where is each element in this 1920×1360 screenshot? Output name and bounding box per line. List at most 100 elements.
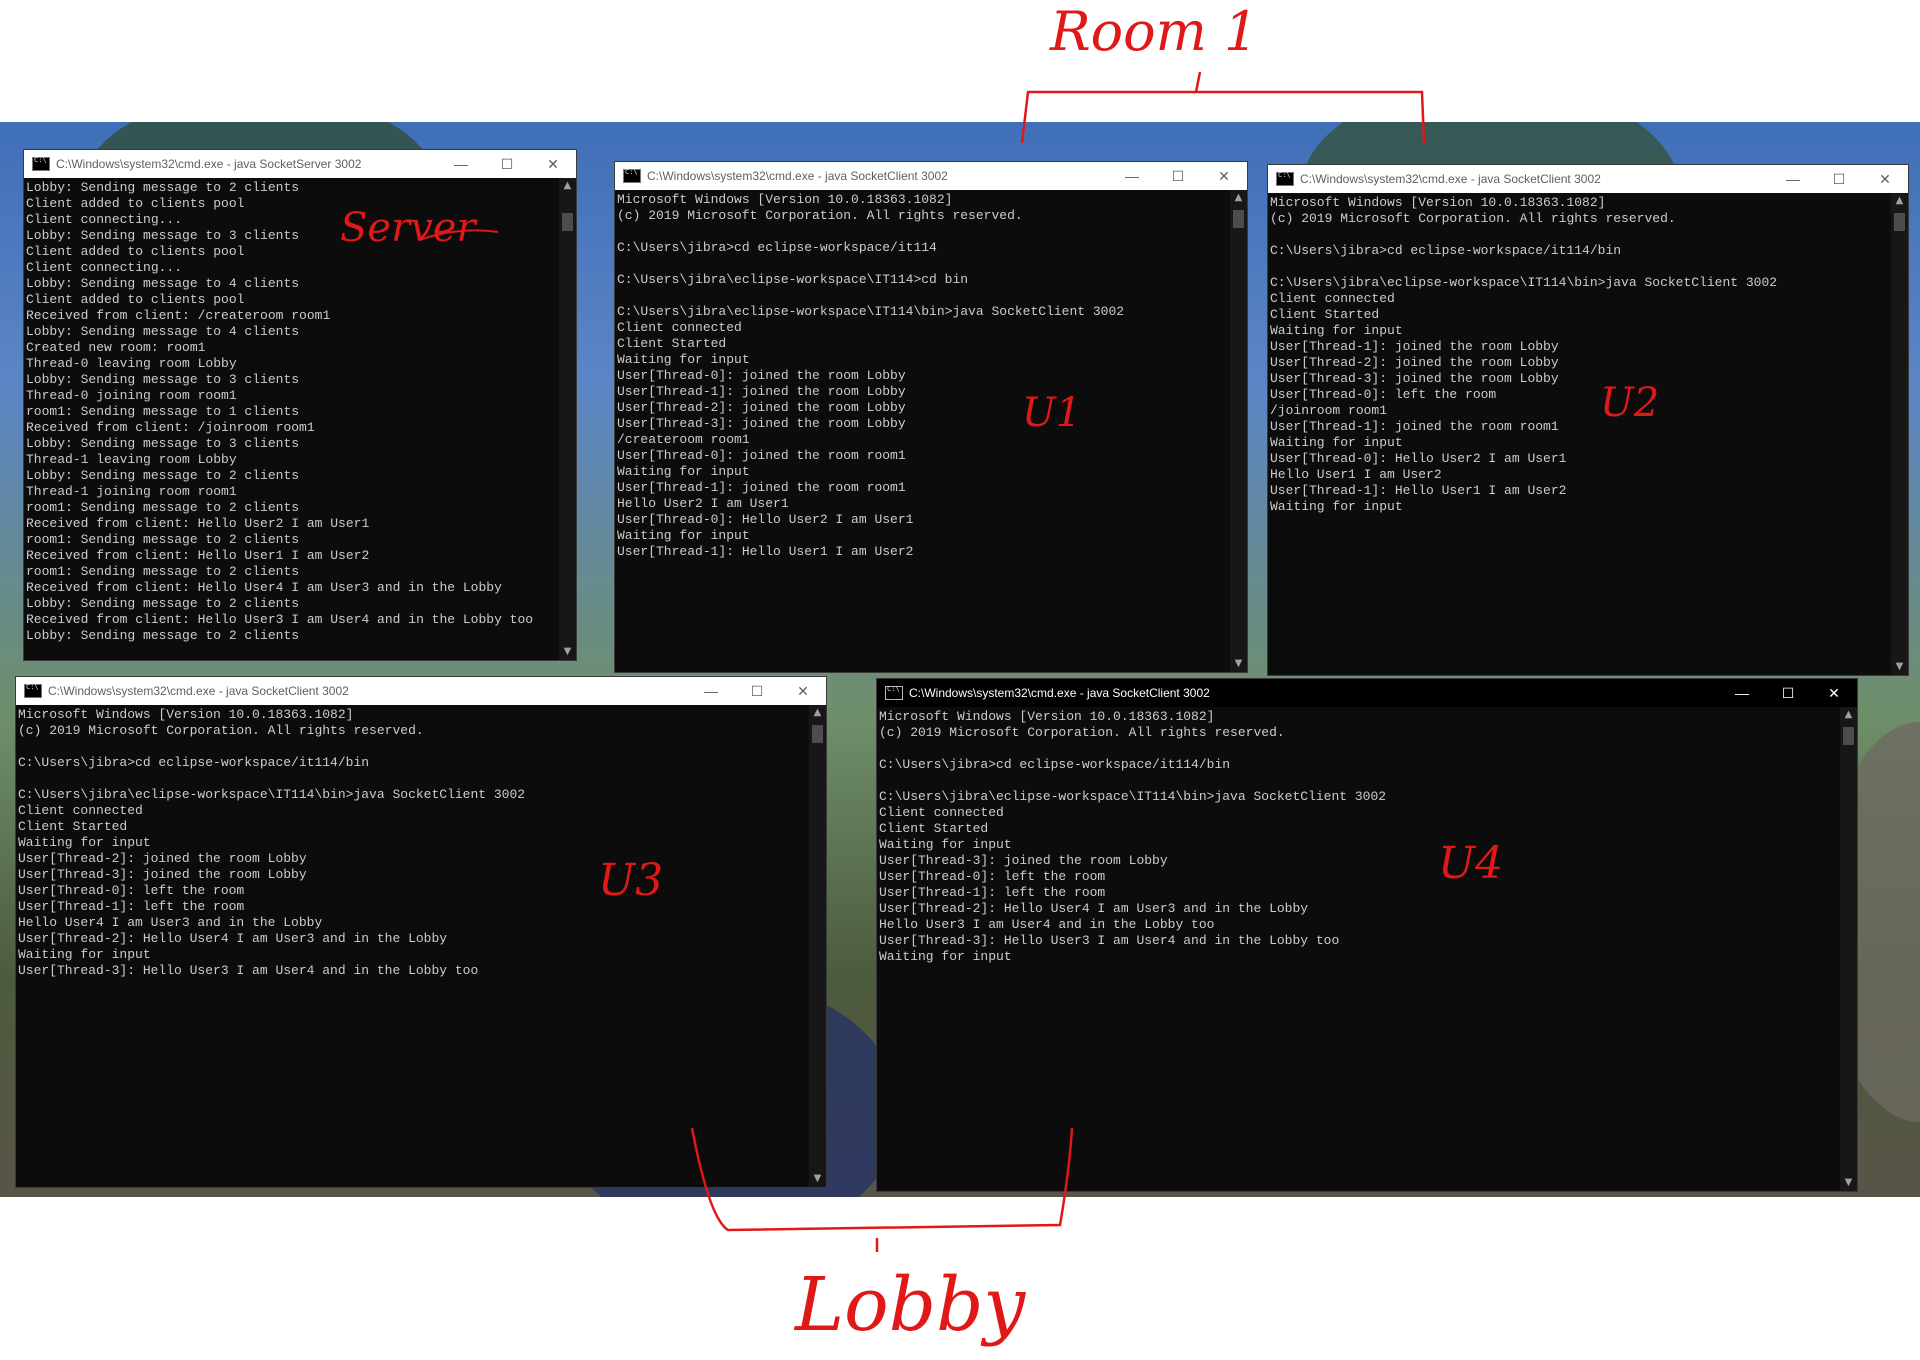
console-line: ​ xyxy=(617,224,1227,240)
console-line: Client connected xyxy=(879,805,1004,820)
console-line: Received from client: Hello User1 I am U… xyxy=(26,548,370,563)
window-title: C:\Windows\system32\cmd.exe - java Socke… xyxy=(1300,172,1601,186)
console-line: Thread-0 joining room room1 xyxy=(26,388,237,403)
console-line: Waiting for input xyxy=(1270,499,1403,514)
server-console-window[interactable]: C:\Windows\system32\cmd.exe - java Socke… xyxy=(24,150,576,660)
console-line: User[Thread-2]: Hello User4 I am User3 a… xyxy=(879,901,1309,916)
scroll-up-icon[interactable]: ▲ xyxy=(1891,193,1908,209)
console-line: Lobby: Sending message to 2 clients xyxy=(26,180,300,195)
minimize-button[interactable]: — xyxy=(1719,685,1765,701)
console-line: Lobby: Sending message to 2 clients xyxy=(26,596,300,611)
scroll-up-icon[interactable]: ▲ xyxy=(1230,190,1247,206)
close-button[interactable]: ✕ xyxy=(780,683,826,700)
server-label: Server xyxy=(340,205,476,251)
minimize-button[interactable]: — xyxy=(1770,171,1816,187)
scroll-up-icon[interactable]: ▲ xyxy=(1840,707,1857,723)
maximize-button[interactable]: ☐ xyxy=(484,156,530,173)
scroll-thumb[interactable] xyxy=(1894,213,1905,231)
scroll-down-icon[interactable]: ▼ xyxy=(559,644,576,660)
close-button[interactable]: ✕ xyxy=(1862,171,1908,188)
console-line: C:\Users\jibra>cd eclipse-workspace/it11… xyxy=(18,755,370,770)
console-line: User[Thread-1]: Hello User1 I am User2 xyxy=(617,544,914,559)
console-line: User[Thread-1]: left the room xyxy=(879,885,1106,900)
client-u4-console-window[interactable]: C:\Windows\system32\cmd.exe - java Socke… xyxy=(877,679,1857,1191)
console-line: User[Thread-1]: joined the room Lobby xyxy=(617,384,906,399)
maximize-button[interactable]: ☐ xyxy=(1155,168,1201,185)
scroll-thumb[interactable] xyxy=(1233,210,1244,228)
console-line: Client connected xyxy=(18,803,143,818)
scroll-down-icon[interactable]: ▼ xyxy=(1891,659,1908,675)
window-title: C:\Windows\system32\cmd.exe - java Socke… xyxy=(48,684,349,698)
console-line: Waiting for input xyxy=(18,835,151,850)
vertical-scrollbar[interactable]: ▲ ▼ xyxy=(559,178,576,660)
vertical-scrollbar[interactable]: ▲ ▼ xyxy=(1840,707,1857,1191)
room1-label: Room 1 xyxy=(1050,0,1259,63)
console-line: (c) 2019 Microsoft Corporation. All righ… xyxy=(879,725,1285,740)
terminal-output[interactable]: Microsoft Windows [Version 10.0.18363.10… xyxy=(615,190,1229,672)
window-titlebar[interactable]: C:\Windows\system32\cmd.exe - java Socke… xyxy=(1268,165,1908,193)
client-u2-console-window[interactable]: C:\Windows\system32\cmd.exe - java Socke… xyxy=(1268,165,1908,675)
maximize-button[interactable]: ☐ xyxy=(1816,171,1862,188)
close-button[interactable]: ✕ xyxy=(1201,168,1247,185)
console-line: C:\Users\jibra>cd eclipse-workspace/it11… xyxy=(617,240,937,255)
console-line: C:\Users\jibra>cd eclipse-workspace/it11… xyxy=(879,757,1231,772)
minimize-button[interactable]: — xyxy=(1109,168,1155,184)
scroll-down-icon[interactable]: ▼ xyxy=(1230,656,1247,672)
console-line: User[Thread-1]: joined the room room1 xyxy=(1270,419,1559,434)
scroll-thumb[interactable] xyxy=(812,725,823,743)
lobby-label: Lobby xyxy=(795,1262,1026,1348)
console-line: Thread-1 leaving room Lobby xyxy=(26,452,237,467)
terminal-output[interactable]: Microsoft Windows [Version 10.0.18363.10… xyxy=(16,705,808,1187)
window-titlebar[interactable]: C:\Windows\system32\cmd.exe - java Socke… xyxy=(877,679,1857,707)
console-line: (c) 2019 Microsoft Corporation. All righ… xyxy=(1270,211,1676,226)
console-line: Waiting for input xyxy=(617,352,750,367)
console-line: Microsoft Windows [Version 10.0.18363.10… xyxy=(18,707,354,722)
window-title: C:\Windows\system32\cmd.exe - java Socke… xyxy=(647,169,948,183)
minimize-button[interactable]: — xyxy=(688,683,734,699)
window-titlebar[interactable]: C:\Windows\system32\cmd.exe - java Socke… xyxy=(615,162,1247,190)
scroll-thumb[interactable] xyxy=(562,213,573,231)
vertical-scrollbar[interactable]: ▲ ▼ xyxy=(1891,193,1908,675)
scroll-down-icon[interactable]: ▼ xyxy=(1840,1175,1857,1191)
console-line: Client added to clients pool xyxy=(26,244,245,259)
close-button[interactable]: ✕ xyxy=(530,156,576,173)
scroll-thumb[interactable] xyxy=(1843,727,1854,745)
console-line: Thread-0 leaving room Lobby xyxy=(26,356,237,371)
console-line: User[Thread-2]: joined the room Lobby xyxy=(18,851,307,866)
minimize-button[interactable]: — xyxy=(438,156,484,172)
scroll-up-icon[interactable]: ▲ xyxy=(559,178,576,194)
console-line: Received from client: Hello User2 I am U… xyxy=(26,516,370,531)
maximize-button[interactable]: ☐ xyxy=(1765,685,1811,702)
console-line: User[Thread-3]: joined the room Lobby xyxy=(1270,371,1559,386)
cmd-icon xyxy=(32,156,50,171)
console-line: Client Started xyxy=(879,821,989,836)
console-line: Waiting for input xyxy=(879,949,1012,964)
vertical-scrollbar[interactable]: ▲ ▼ xyxy=(809,705,826,1187)
terminal-output[interactable]: Lobby: Sending message to 2 clients Clien… xyxy=(24,178,558,660)
window-titlebar[interactable]: C:\Windows\system32\cmd.exe - java Socke… xyxy=(24,150,576,178)
vertical-scrollbar[interactable]: ▲ ▼ xyxy=(1230,190,1247,672)
u3-label: U3 xyxy=(598,855,664,906)
client-u3-console-window[interactable]: C:\Windows\system32\cmd.exe - java Socke… xyxy=(16,677,826,1187)
console-line: User[Thread-0]: left the room xyxy=(879,869,1106,884)
maximize-button[interactable]: ☐ xyxy=(734,683,780,700)
console-line: User[Thread-0]: joined the room room1 xyxy=(617,448,906,463)
console-line: C:\Users\jibra\eclipse-workspace\IT114>c… xyxy=(617,272,969,287)
console-line: User[Thread-0]: joined the room Lobby xyxy=(617,368,906,383)
client-u1-console-window[interactable]: C:\Windows\system32\cmd.exe - java Socke… xyxy=(615,162,1247,672)
console-line: Lobby: Sending message to 3 clients xyxy=(26,372,300,387)
close-button[interactable]: ✕ xyxy=(1811,685,1857,702)
console-line: Lobby: Sending message to 4 clients xyxy=(26,276,300,291)
window-titlebar[interactable]: C:\Windows\system32\cmd.exe - java Socke… xyxy=(16,677,826,705)
terminal-output[interactable]: Microsoft Windows [Version 10.0.18363.10… xyxy=(1268,193,1890,675)
console-line: (c) 2019 Microsoft Corporation. All righ… xyxy=(617,208,1023,223)
console-line: ​ xyxy=(1270,259,1888,275)
console-line: ​ xyxy=(18,739,806,755)
scroll-down-icon[interactable]: ▼ xyxy=(809,1171,826,1187)
console-line: Client Started xyxy=(1270,307,1380,322)
scroll-up-icon[interactable]: ▲ xyxy=(809,705,826,721)
console-line: User[Thread-0]: Hello User2 I am User1 xyxy=(617,512,914,527)
terminal-output[interactable]: Microsoft Windows [Version 10.0.18363.10… xyxy=(877,707,1839,1191)
console-line: Created new room: room1 xyxy=(26,340,206,355)
console-line: Waiting for input xyxy=(879,837,1012,852)
